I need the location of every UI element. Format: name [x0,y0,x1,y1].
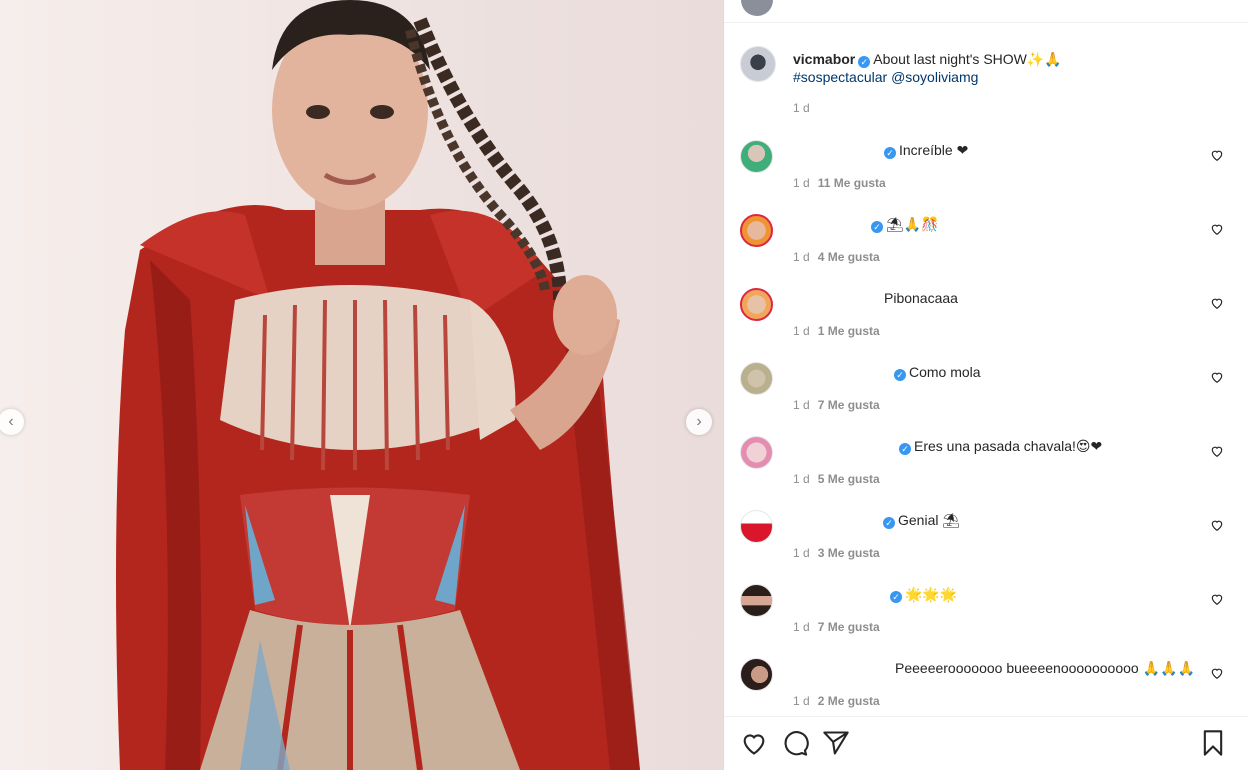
verified-badge-icon: ✓ [871,221,883,233]
mention-link[interactable]: @soyoliviamg [891,69,978,85]
comment-text: Pibonacaaa [884,290,958,306]
chevron-right-icon[interactable]: › [686,409,712,435]
comment-text: ⛱🙏🎊 [886,216,939,232]
heart-icon[interactable] [1210,370,1224,384]
verified-badge-icon: ✓ [884,147,896,159]
comment-text: Peeeeerooooooo bueeeenoooooooooo 🙏🙏🙏 [895,660,1195,676]
heart-icon[interactable] [1210,518,1224,532]
comment-likes[interactable]: 11 Me gusta [818,176,886,190]
comment-item: ✓ 🌟🌟🌟 1 d 7 Me gusta [740,584,1235,644]
avatar[interactable] [740,288,773,321]
comment-item: Peeeeerooooooo bueeeenoooooooooo 🙏🙏🙏 1 d… [740,658,1235,718]
comment-likes[interactable]: 5 Me gusta [818,472,880,486]
avatar[interactable] [740,46,776,82]
comment-item: ✓ Genial ⛱ 1 d 3 Me gusta [740,510,1235,570]
heart-icon[interactable] [1210,296,1224,310]
action-bar [724,716,1248,770]
avatar[interactable] [740,510,773,543]
comment-text: Increíble ❤ [899,142,969,158]
comment-item: ✓ Eres una pasada chavala!😍❤ 1 d 5 Me gust… [740,436,1235,496]
heart-icon[interactable] [1210,222,1224,236]
heart-icon[interactable] [740,729,768,757]
comment-text: Como mola [909,364,981,380]
avatar[interactable] [740,436,773,469]
avatar[interactable] [740,214,773,247]
comment-likes[interactable]: 4 Me gusta [818,250,880,264]
comment-likes[interactable]: 1 Me gusta [818,324,880,338]
verified-badge-icon: ✓ [883,517,895,529]
verified-badge-icon: ✓ [890,591,902,603]
heart-icon[interactable] [1210,148,1224,162]
heart-icon[interactable] [1210,666,1224,680]
paper-plane-icon[interactable] [822,729,850,757]
comment-time[interactable]: 1 d [793,620,810,634]
comment-time[interactable]: 1 d [793,472,810,486]
verified-badge-icon: ✓ [858,56,871,68]
post-header [724,0,1248,23]
comment-likes[interactable]: 2 Me gusta [818,694,880,708]
comment-icon[interactable] [781,729,809,757]
comment-item: ✓ Como mola 1 d 7 Me gusta [740,362,1235,422]
avatar[interactable] [740,584,773,617]
caption-text: About last night's SHOW✨🙏 [873,51,1062,67]
comment-text: Eres una pasada chavala!😍❤ [914,438,1103,454]
verified-badge-icon: ✓ [899,443,911,455]
comment-item: Pibonacaaa 1 d 1 Me gusta [740,288,1235,348]
heart-icon[interactable] [1210,592,1224,606]
verified-badge-icon: ✓ [894,369,906,381]
avatar[interactable] [740,140,773,173]
post-timestamp[interactable]: 1 d [793,101,810,115]
comment-item: ✓ Increíble ❤ 1 d 11 Me gusta [740,140,1235,200]
comment-item: ✓ ⛱🙏🎊 1 d 4 Me gusta [740,214,1235,274]
comment-time[interactable]: 1 d [793,176,810,190]
comment-time[interactable]: 1 d [793,398,810,412]
comment-text: 🌟🌟🌟 [905,586,958,602]
comment-time[interactable]: 1 d [793,694,810,708]
comment-text: Genial ⛱ [898,512,961,528]
comment-likes[interactable]: 7 Me gusta [818,398,880,412]
hashtag-link[interactable]: #sospectacular [793,69,887,85]
comment-likes[interactable]: 7 Me gusta [818,620,880,634]
avatar[interactable] [740,658,773,691]
comment-likes[interactable]: 3 Me gusta [818,546,880,560]
comment-time[interactable]: 1 d [793,546,810,560]
username-link[interactable]: vicmabor [793,51,855,67]
comments-panel: vicmabor ✓ About last night's SHOW✨🙏 #sosp… [723,0,1248,770]
heart-icon[interactable] [1210,444,1224,458]
bookmark-icon[interactable] [1199,729,1227,757]
avatar[interactable] [741,0,773,16]
avatar[interactable] [740,362,773,395]
post-media: ‹ › [0,0,723,770]
comment-time[interactable]: 1 d [793,324,810,338]
post-photo [116,0,640,770]
comment-time[interactable]: 1 d [793,250,810,264]
